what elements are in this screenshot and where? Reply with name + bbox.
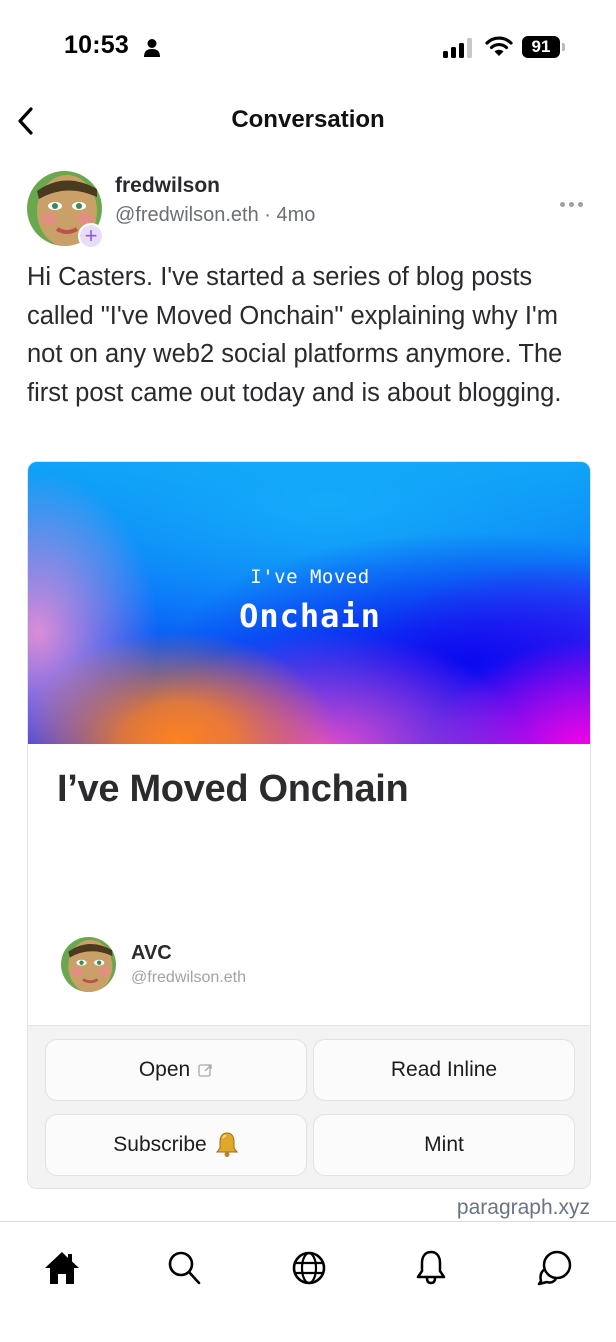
embed-author-name: AVC xyxy=(131,942,172,964)
embed-cover-image: I've Moved Onchain xyxy=(28,462,590,744)
embed-title: I’ve Moved Onchain xyxy=(57,768,409,810)
battery-level: 91 xyxy=(522,36,560,58)
ellipsis-icon-dot xyxy=(577,201,583,207)
subscribe-button[interactable]: Subscribe xyxy=(45,1114,307,1176)
battery-icon: 91 xyxy=(522,36,566,58)
author-meta: @fredwilson.eth · 4mo xyxy=(115,204,316,226)
chat-bubbles-icon xyxy=(537,1250,572,1286)
cover-subtitle: I've Moved xyxy=(250,566,370,588)
tab-explore[interactable] xyxy=(289,1248,329,1288)
nav-header: Conversation xyxy=(0,96,616,146)
ellipsis-icon-dot xyxy=(568,201,574,207)
embed-author-avatar xyxy=(61,937,116,992)
page-title: Conversation xyxy=(231,106,385,133)
mint-label: Mint xyxy=(424,1133,464,1156)
link-embed-card[interactable]: I've Moved Onchain I’ve Moved Onchain AV… xyxy=(27,461,591,1189)
cover-title: Onchain xyxy=(239,597,381,635)
embed-actions: Open Read Inline Subscribe Mint xyxy=(28,1025,590,1188)
bell-icon xyxy=(416,1250,446,1285)
avatar-illustration xyxy=(61,937,116,992)
follow-button[interactable]: + xyxy=(78,223,104,249)
bell-emoji-icon xyxy=(215,1132,238,1157)
tab-bar xyxy=(0,1222,616,1342)
open-button-label: Open xyxy=(138,1058,191,1081)
author-name[interactable]: fredwilson xyxy=(115,174,220,198)
post-header: + fredwilson @fredwilson.eth · 4mo xyxy=(0,168,616,249)
read-inline-label: Read Inline xyxy=(390,1058,498,1081)
embed-source-link[interactable]: paragraph.xyz xyxy=(457,1196,590,1220)
tab-messages[interactable] xyxy=(534,1248,574,1288)
person-icon xyxy=(144,39,160,57)
status-time: 10:53 xyxy=(64,31,129,59)
home-icon xyxy=(45,1252,79,1284)
globe-icon xyxy=(292,1251,326,1285)
external-link-icon xyxy=(198,1063,212,1077)
embed-author-handle: @fredwilson.eth xyxy=(131,969,246,986)
signal-icon xyxy=(443,38,472,58)
more-options-button[interactable] xyxy=(556,194,586,214)
read-inline-button[interactable]: Read Inline xyxy=(313,1039,575,1101)
search-icon xyxy=(168,1251,201,1285)
tab-home[interactable] xyxy=(42,1248,82,1288)
ellipsis-icon-dot xyxy=(559,201,565,207)
battery-tip xyxy=(562,43,565,51)
open-button[interactable]: Open xyxy=(45,1039,307,1101)
post-text: Hi Casters. I've started a series of blo… xyxy=(27,263,563,407)
status-bar: 10:53 91 xyxy=(0,0,616,96)
mint-button[interactable]: Mint xyxy=(313,1114,575,1176)
tab-notifications[interactable] xyxy=(411,1248,451,1288)
wifi-icon xyxy=(485,36,513,56)
subscribe-label: Subscribe xyxy=(113,1133,207,1156)
tab-search[interactable] xyxy=(164,1248,204,1288)
